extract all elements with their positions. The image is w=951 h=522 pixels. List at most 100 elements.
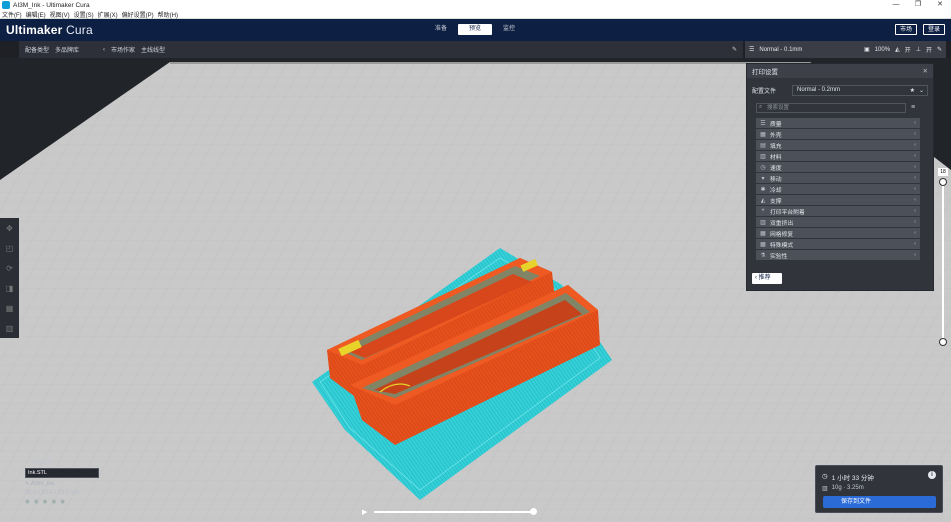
layer-slider[interactable]: 18	[937, 168, 949, 348]
left-view-icon[interactable]: ◉	[51, 499, 56, 505]
category-dual-extrusion[interactable]: ▥ 双重挤出 ‹	[756, 217, 920, 227]
header-buttons: 市场 登录	[894, 24, 945, 35]
play-icon[interactable]: ▶	[362, 508, 367, 516]
category-travel[interactable]: ▾ 移动 ‹	[756, 173, 920, 183]
category-shell[interactable]: ▦ 外壳 ‹	[756, 129, 920, 139]
chevron-left-icon[interactable]: ‹	[103, 47, 105, 53]
dual-extrusion-icon: ▥	[760, 219, 766, 226]
menu-settings[interactable]: 设置(S)	[74, 10, 94, 19]
category-material[interactable]: ▥ 材料 ‹	[756, 151, 920, 161]
minimize-button[interactable]: —	[885, 0, 907, 10]
job-name[interactable]: ✎ AI3M_Ink	[25, 481, 99, 487]
object-list-toggle[interactable]: ⌃ 对象列表	[25, 458, 99, 466]
support-icon: ◭	[760, 197, 766, 204]
menu-file[interactable]: 文件(F)	[2, 10, 22, 19]
support-blocker-icon[interactable]: ▥	[0, 318, 19, 338]
preview-toolbar: 配备类型 多品牌库 ‹ 市场作家 主线线型 ✎	[19, 41, 743, 58]
adhesion-icon: +	[761, 208, 765, 214]
settings-search-input[interactable]: ⌕ 搜索设置	[756, 103, 906, 113]
info-icon[interactable]: i	[928, 471, 936, 479]
brand-logo: Ultimaker Cura	[6, 23, 93, 37]
mesh-fixes-icon: ▦	[760, 230, 766, 237]
resize-grip-icon[interactable]: ⋯	[835, 288, 841, 295]
category-special-modes[interactable]: ▦ 特殊模式 ‹	[756, 239, 920, 249]
left-toolbar: ✥ ◰ ⟳ ◨ ▦ ▥	[0, 218, 19, 338]
material-estimate: ▥ 10g · 3.25m	[822, 485, 864, 492]
close-icon[interactable]: ✕	[923, 67, 928, 75]
layer-slider-track[interactable]	[942, 181, 944, 343]
marketplace-button[interactable]: 市场	[894, 24, 917, 35]
search-icon: ⌕	[759, 104, 763, 110]
menu-extensions[interactable]: 扩展(X)	[98, 10, 118, 19]
infill-icon: ▣	[864, 47, 870, 53]
menu-preferences[interactable]: 偏好设置(P)	[122, 10, 154, 19]
cooling-icon: ✱	[760, 186, 766, 193]
mirror-tool-icon[interactable]: ◨	[0, 278, 19, 298]
quality-icon: ☰	[760, 120, 766, 127]
object-info: ⌃ 对象列表 Ink.STL ✎ AI3M_Ink 56.0 x 23.4 x …	[25, 458, 99, 505]
line-type-value[interactable]: 主线线型	[141, 45, 165, 54]
category-support[interactable]: ◭ 支撑 ‹	[756, 195, 920, 205]
profile-label: 配置文件	[752, 89, 777, 95]
object-list-item[interactable]: Ink.STL	[25, 468, 99, 478]
panel-header: 打印设置 ✕	[747, 64, 933, 78]
category-speed[interactable]: ◷ 速度 ‹	[756, 162, 920, 172]
sign-in-button[interactable]: 登录	[922, 24, 945, 35]
print-estimate-panel: ◷ 1 小时 33 分钟 i ▥ 10g · 3.25m 保存到文件	[815, 465, 943, 513]
stage-tabs: 准备 预览 监控	[424, 24, 526, 35]
menu-view[interactable]: 视图(V)	[50, 10, 70, 19]
layer-slider-top-handle[interactable]	[939, 178, 947, 186]
material-icon: ▥	[760, 153, 766, 160]
star-icon[interactable]: ★	[910, 87, 915, 96]
window-titlebar: AI3M_Ink - Ultimaker Cura — ❐ ✕	[0, 0, 951, 10]
print-setup-profile: Normal - 0.1mm	[759, 46, 803, 53]
menu-edit[interactable]: 编辑(E)	[26, 10, 46, 19]
cura-app-icon	[2, 1, 10, 9]
print-setup-adhesion: 开	[925, 48, 932, 54]
print-time: ◷ 1 小时 33 分钟	[822, 473, 874, 482]
settings-menu-icon[interactable]: ≡	[911, 104, 915, 111]
category-adhesion[interactable]: + 打印平台附着 ‹	[756, 206, 920, 216]
profile-dropdown[interactable]: Normal - 0.2mm ★ ⌄	[792, 85, 928, 96]
line-type-group: 市场作家 主线线型	[111, 45, 165, 54]
window-title: AI3M_Ink - Ultimaker Cura	[13, 1, 90, 9]
rotate-tool-icon[interactable]: ⟳	[0, 258, 19, 278]
per-model-settings-icon[interactable]: ▦	[0, 298, 19, 318]
save-to-file-button[interactable]: 保存到文件	[823, 496, 936, 508]
category-mesh-fixes[interactable]: ▦ 网格修复 ‹	[756, 228, 920, 238]
layer-number[interactable]: 18	[938, 168, 948, 176]
print-setup-bar[interactable]: ☰ Normal - 0.1mm ▣ 100% ◭ 开 ⊥ 开 ✎	[745, 41, 946, 58]
top-view-icon[interactable]: ◉	[43, 499, 48, 505]
right-view-icon[interactable]: ◉	[60, 499, 65, 505]
experimental-icon: ⚗	[760, 252, 766, 259]
scale-tool-icon[interactable]: ◰	[0, 238, 19, 258]
category-cooling[interactable]: ✱ 冷却 ‹	[756, 184, 920, 194]
front-view-icon[interactable]: ◉	[34, 499, 39, 505]
category-quality[interactable]: ☰ 质量 ‹	[756, 118, 920, 128]
print-setup-support: 开	[904, 48, 911, 54]
category-experimental[interactable]: ⚗ 实验性 ‹	[756, 250, 920, 260]
layer-slider-bottom-handle[interactable]	[939, 338, 947, 346]
path-slider-handle[interactable]	[530, 508, 537, 515]
close-window-button[interactable]: ✕	[929, 0, 951, 10]
3d-view-icon[interactable]: ◉	[25, 499, 30, 505]
support-icon: ◭	[895, 47, 900, 53]
print-settings-panel: 打印设置 ✕ 配置文件 Normal - 0.2mm ★ ⌄ ⌕ 搜索设置 ≡ …	[746, 63, 934, 295]
category-infill[interactable]: ▤ 填充 ‹	[756, 140, 920, 150]
chevron-down-icon: ⌄	[918, 88, 924, 94]
view-type-label[interactable]: 配备类型	[25, 45, 49, 54]
recommended-button[interactable]: ‹ 推荐	[752, 273, 782, 284]
tab-preview[interactable]: 预览	[458, 24, 492, 35]
tab-monitor[interactable]: 监控	[492, 24, 526, 35]
edit-icon[interactable]: ✎	[937, 46, 942, 53]
shell-icon: ▦	[760, 131, 766, 138]
maximize-button[interactable]: ❐	[907, 0, 929, 10]
menu-help[interactable]: 帮助(H)	[158, 10, 178, 19]
object-dimensions: 56.0 x 23.4 x 10.0 mm	[25, 490, 80, 496]
tab-prepare[interactable]: 准备	[424, 24, 458, 35]
path-slider-track[interactable]	[374, 511, 534, 513]
pencil-icon[interactable]: ✎	[732, 46, 737, 53]
move-tool-icon[interactable]: ✥	[0, 218, 19, 238]
line-type-label[interactable]: 市场作家	[111, 45, 135, 54]
color-scheme-label[interactable]: 多品牌库	[55, 45, 79, 54]
